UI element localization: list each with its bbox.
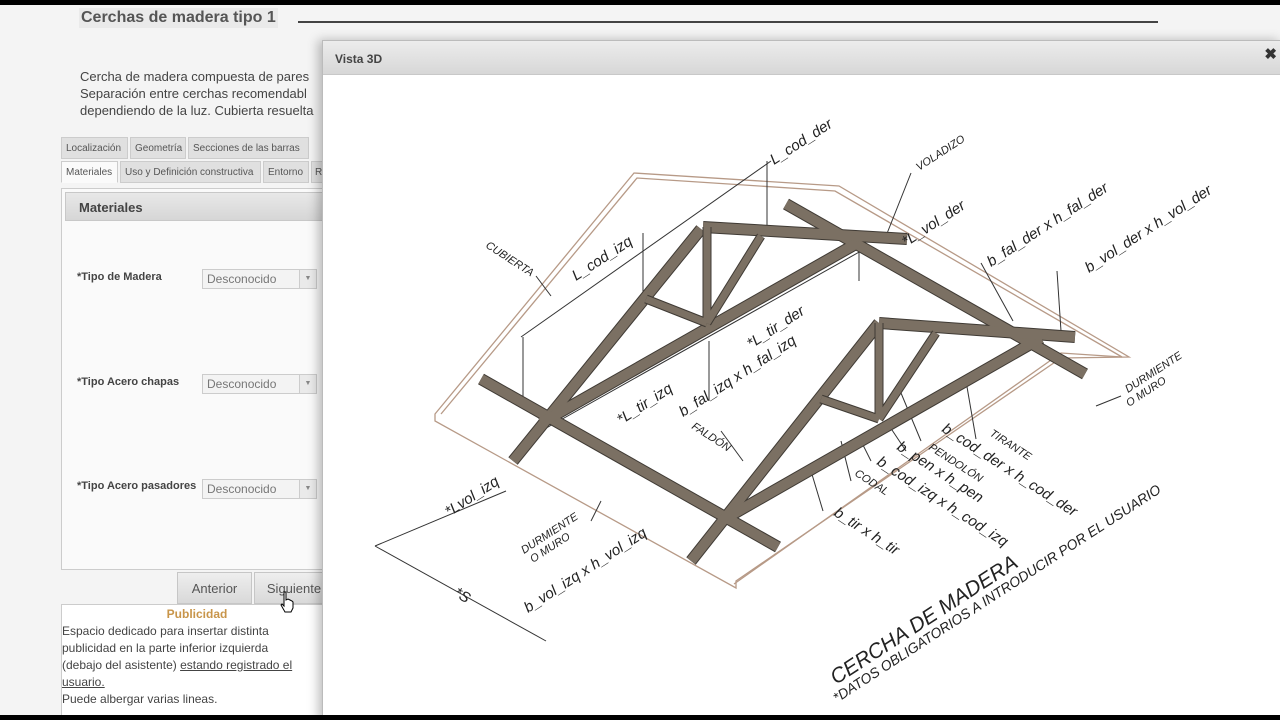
title-divider [298, 21, 1158, 23]
previous-button[interactable]: Anterior [177, 572, 252, 604]
field-label-madera: *Tipo de Madera [77, 271, 162, 283]
dialog-title: Vista 3D [335, 52, 383, 66]
ad-line: (debajo del asistente) estando registrad… [62, 657, 324, 674]
ad-line-part: (debajo del asistente) [62, 658, 181, 672]
chevron-down-icon[interactable]: ▼ [299, 480, 316, 498]
ad-line: publicidad en la parte inferior izquierd… [62, 641, 269, 655]
close-icon[interactable]: ✖ [1264, 45, 1277, 63]
caption-cercha: CERCHA DE MADERA [826, 551, 1022, 689]
label-s: *S [451, 584, 474, 607]
ad-line: Puede albergar varias lineas. [62, 692, 218, 706]
label-voladizo: VOLADIZO [914, 133, 968, 174]
label-faldon: FALDÓN [689, 420, 733, 455]
register-link[interactable]: estando registrado el [180, 658, 292, 672]
select-value: Desconocido [207, 377, 277, 391]
field-label-acero-pasadores: *Tipo Acero pasadores [77, 480, 197, 492]
field-label-acero-chapas: *Tipo Acero chapas [77, 376, 180, 388]
tab-secciones[interactable]: Secciones de las barras [188, 137, 309, 159]
chevron-down-icon[interactable]: ▼ [299, 375, 316, 393]
advertising-box: Publicidad Espacio dedicado para inserta… [61, 604, 333, 715]
panel-header: Materiales [65, 192, 332, 221]
hand-cursor-icon [280, 591, 294, 613]
label-cubierta: CUBIERTA [483, 239, 535, 279]
intro-line: Separación entre cerchas recomendabl [80, 86, 307, 101]
intro-line: dependiendo de la luz. Cubierta resuelta [80, 103, 314, 118]
tab-localizacion[interactable]: Localización [61, 137, 128, 159]
app-screen: Cerchas de madera tipo 1 Cercha de mader… [0, 5, 1280, 715]
intro-text: Cercha de madera compuesta de pares Sepa… [80, 68, 330, 119]
caption-datos: *DATOS OBLIGATORIOS A INTRODUCIR POR EL … [830, 481, 1164, 705]
dialog-titlebar[interactable]: Vista 3D ✖ [323, 41, 1280, 75]
ad-text: Espacio dedicado para insertar distinta … [62, 623, 324, 708]
select-value: Desconocido [207, 482, 277, 496]
tab-entorno[interactable]: Entorno [263, 161, 309, 183]
tab-materiales[interactable]: Materiales [61, 161, 118, 183]
madera-select[interactable]: Desconocido ▼ [202, 269, 317, 289]
acero-chapas-select[interactable]: Desconocido ▼ [202, 374, 317, 394]
select-value: Desconocido [207, 272, 277, 286]
intro-line: Cercha de madera compuesta de pares [80, 69, 310, 84]
label-l-cod-der: L_cod_der [767, 115, 837, 168]
acero-pasadores-select[interactable]: Desconocido ▼ [202, 479, 317, 499]
page-title: Cerchas de madera tipo 1 [79, 8, 278, 28]
vista-3d-dialog[interactable]: Vista 3D ✖ L_cod_der VOLADIZO *L_vol_der… [322, 40, 1280, 715]
tab-geometria[interactable]: Geometría [130, 137, 186, 159]
label-l-tir-izq: *L_tir_izq [614, 380, 676, 429]
label-b-tir: b_tir x h_tir [831, 504, 903, 559]
chevron-down-icon[interactable]: ▼ [299, 270, 316, 288]
materials-panel: Materiales *Tipo de Madera Desconocido ▼… [61, 188, 333, 570]
panel-title: Materiales [79, 200, 143, 215]
truss-3d-drawing: L_cod_der VOLADIZO *L_vol_der b_fal_der … [374, 115, 1216, 706]
ad-line: Espacio dedicado para insertar distinta [62, 624, 269, 638]
tab-uso-definicion[interactable]: Uso y Definición constructiva [120, 161, 261, 183]
register-link-cont[interactable]: usuario. [62, 674, 324, 691]
